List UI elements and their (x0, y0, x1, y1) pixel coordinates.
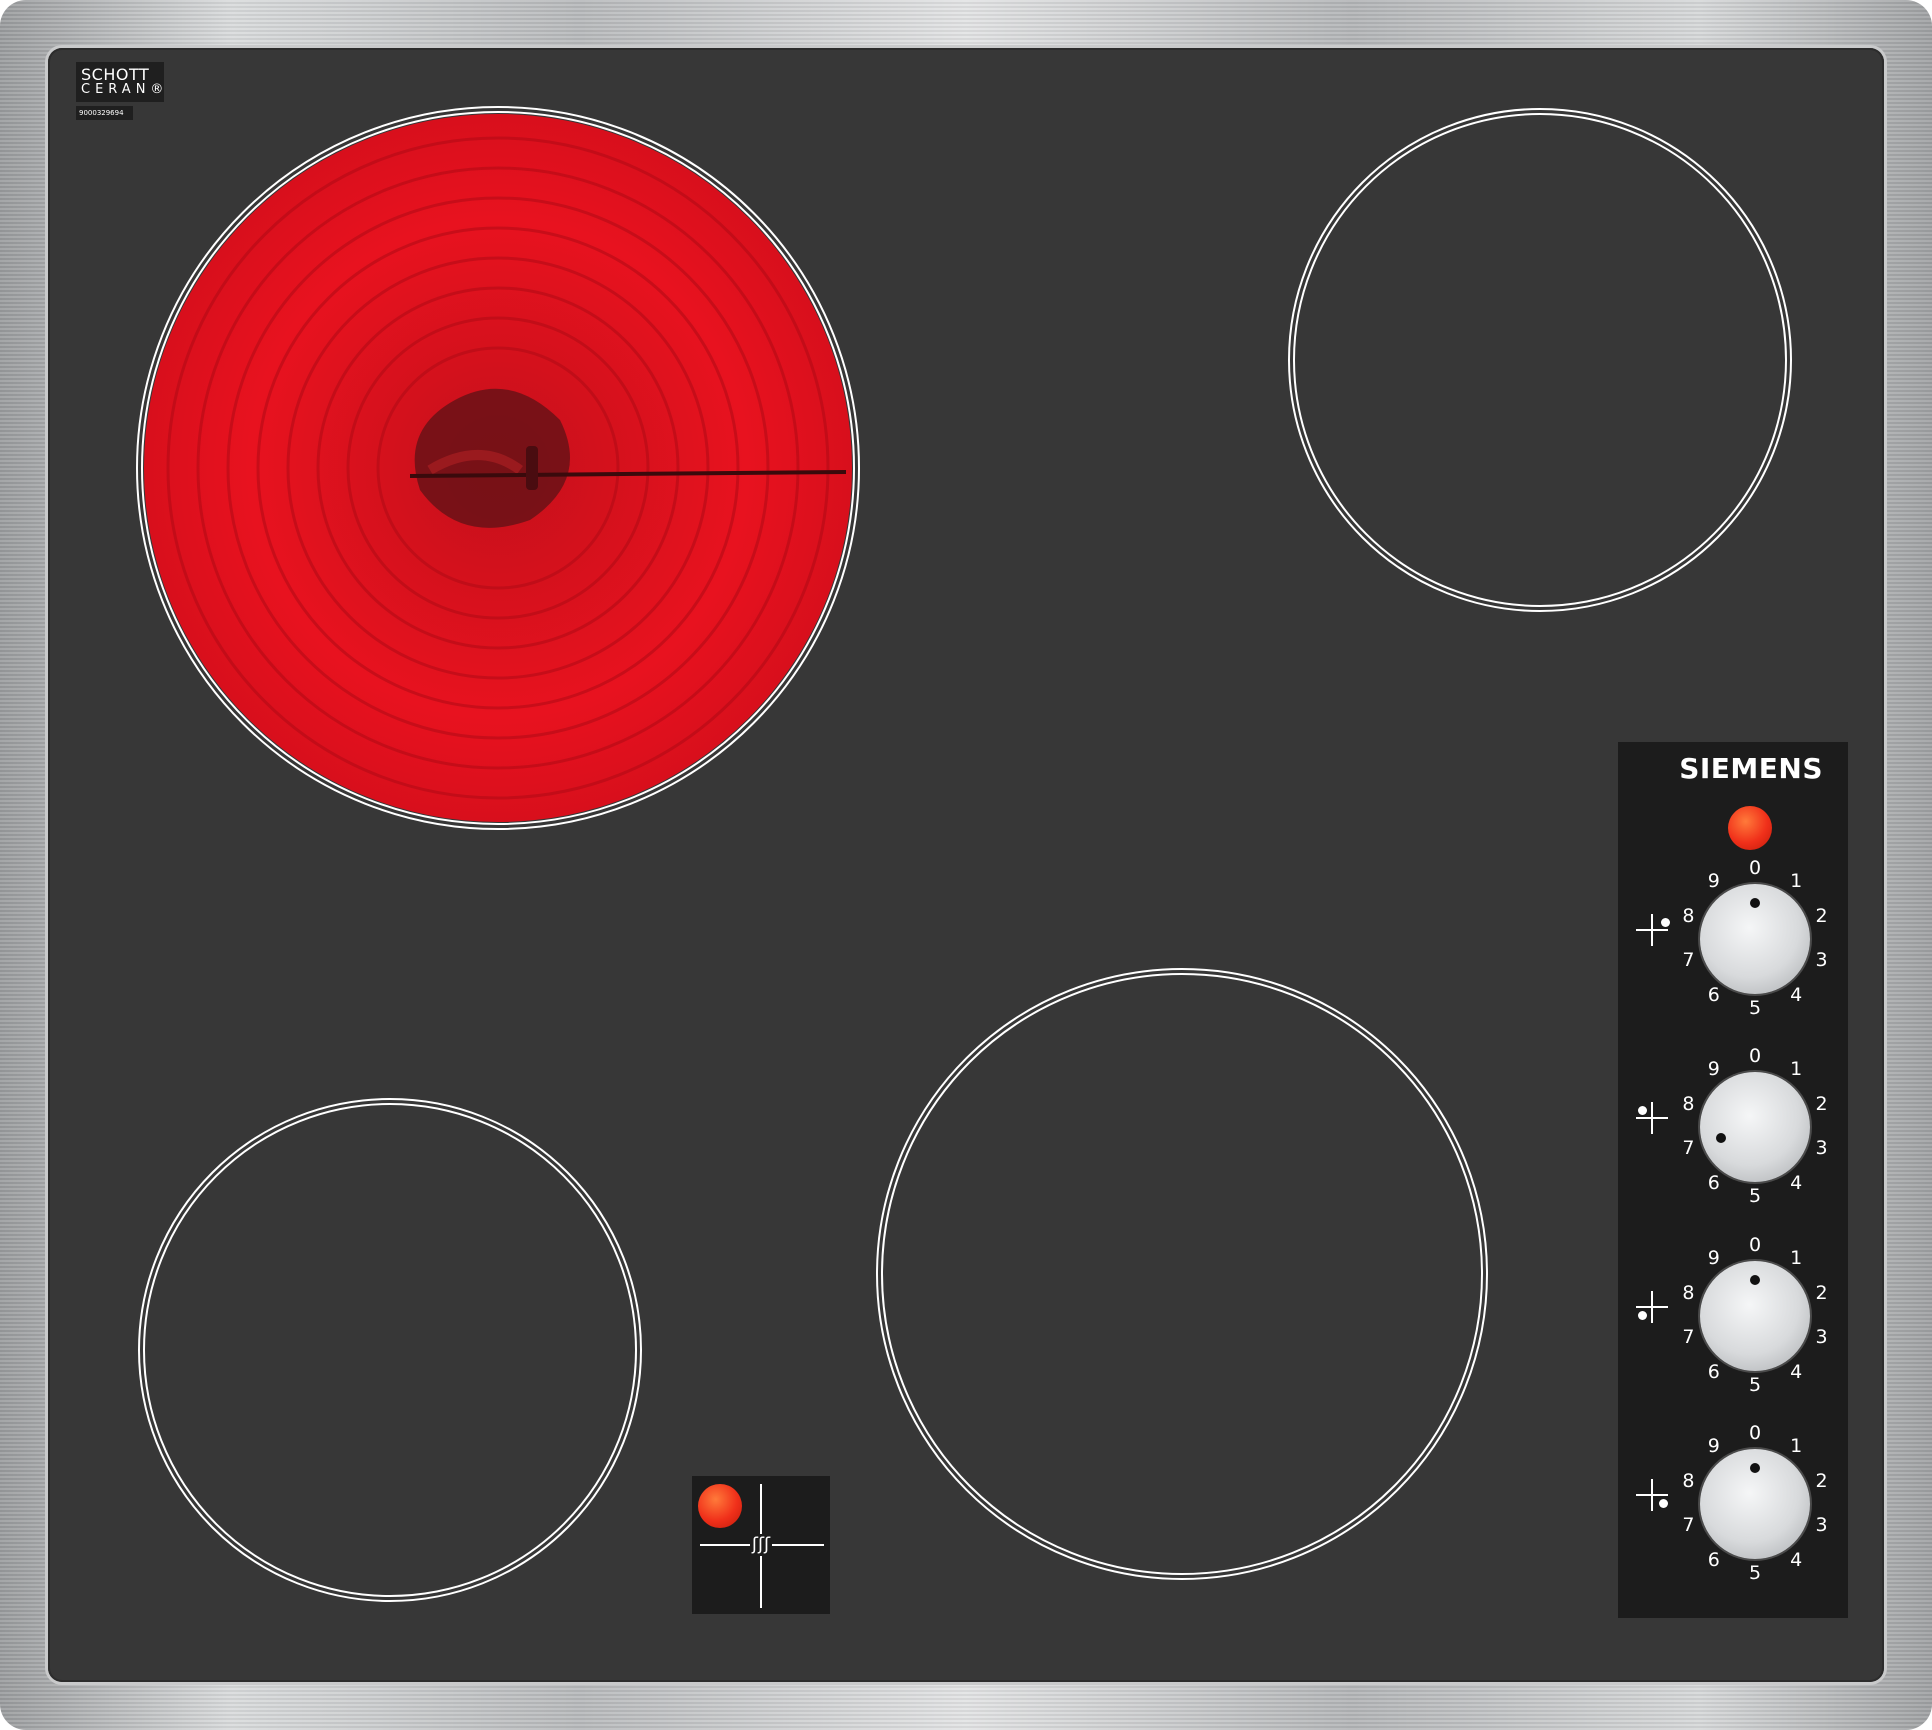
zone-symbol-rear-right (1632, 910, 1672, 950)
dial-number: 2 (1815, 1470, 1828, 1493)
dial-number: 6 (1707, 1171, 1720, 1194)
dial-number: 3 (1815, 1513, 1828, 1536)
dial-number: 8 (1682, 1282, 1695, 1305)
control-panel: SIEMENS 01234567890123456789012345678901… (1618, 742, 1848, 1618)
dial-number: 0 (1748, 857, 1762, 879)
control-knob-rear-left: 0123456789 (1618, 1010, 1848, 1207)
knob-rear-left[interactable] (1700, 1072, 1810, 1182)
dial-number: 7 (1682, 948, 1695, 971)
dial-number: 6 (1707, 1360, 1720, 1383)
dial-number: 0 (1748, 1422, 1762, 1444)
dial-number: 7 (1682, 1136, 1695, 1159)
dial-number: 2 (1815, 1282, 1828, 1305)
dial-number: 6 (1707, 1548, 1720, 1571)
dial-number: 7 (1682, 1325, 1695, 1348)
dial-number: 1 (1790, 1435, 1803, 1458)
dial-number: 1 (1790, 870, 1803, 893)
dial-number: 4 (1790, 1171, 1803, 1194)
control-knob-rear-right: 0123456789 (1618, 822, 1848, 1019)
dial-number: 2 (1815, 1093, 1828, 1116)
dial-number: 9 (1707, 1435, 1720, 1458)
dial-number: 0 (1748, 1045, 1762, 1067)
rod-clip (526, 446, 538, 490)
dial-number: 9 (1707, 1058, 1720, 1081)
knob-front-left[interactable] (1700, 1261, 1810, 1371)
knob-pointer (1750, 1463, 1760, 1473)
dial-number: 3 (1815, 948, 1828, 971)
dial-number: 8 (1682, 905, 1695, 928)
control-knob-front-right: 0 12 34 5 67 89 (1618, 1387, 1848, 1584)
residual-heat-icon: ʃʃʃ (750, 1534, 772, 1556)
zone-symbol-front-right (1632, 1475, 1672, 1515)
dial-number: 5 (1748, 1562, 1762, 1584)
dial-number: 2 (1815, 905, 1828, 928)
dial-number: 8 (1682, 1470, 1695, 1493)
dial-number: 7 (1682, 1513, 1695, 1536)
dial-number: 1 (1790, 1247, 1803, 1270)
knob-pointer (1750, 1275, 1760, 1285)
control-knob-front-left: 0123456789 (1618, 1199, 1848, 1396)
knob-front-right[interactable] (1700, 1449, 1810, 1559)
knob-pointer (1715, 1133, 1726, 1144)
residual-heat-indicator-panel: ʃʃʃ (692, 1476, 830, 1614)
zone-symbol-front-left (1632, 1287, 1672, 1327)
brand-name: SIEMENS (1679, 752, 1823, 785)
dial-number: 6 (1707, 983, 1720, 1006)
dial-number: 4 (1790, 983, 1803, 1006)
dial-number: 4 (1790, 1548, 1803, 1571)
dial-number: 1 (1790, 1058, 1803, 1081)
zone-front-left (138, 1098, 642, 1602)
dial-number: 8 (1682, 1093, 1695, 1116)
dial-number: 4 (1790, 1360, 1803, 1383)
knob-rear-right[interactable] (1700, 884, 1810, 994)
dial-number: 9 (1707, 1247, 1720, 1270)
zone-symbol-rear-left (1632, 1098, 1672, 1138)
zone-rear-right (1288, 108, 1792, 612)
residual-heat-light (698, 1484, 742, 1528)
dial-number: 0 (1748, 1234, 1762, 1256)
knob-pointer (1750, 898, 1760, 908)
dial-number: 3 (1815, 1136, 1828, 1159)
zone-rear-left (136, 106, 860, 830)
dial-number: 3 (1815, 1325, 1828, 1348)
zone-front-right (876, 968, 1488, 1580)
dial-number: 9 (1707, 870, 1720, 893)
